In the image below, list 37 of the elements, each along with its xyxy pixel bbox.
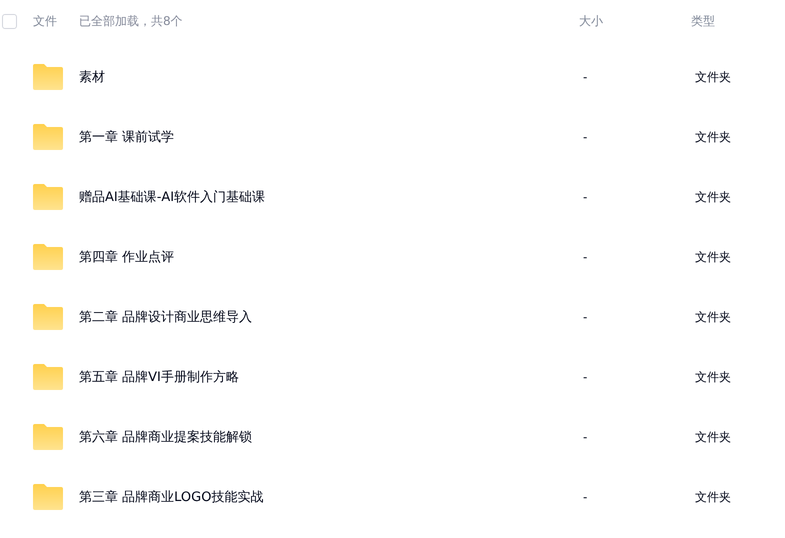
- file-size: -: [583, 310, 588, 324]
- select-all-checkbox[interactable]: [2, 14, 17, 28]
- file-type: 文件夹: [695, 128, 731, 146]
- folder-icon: [32, 303, 64, 331]
- name-column-header[interactable]: 文件: [33, 12, 79, 30]
- file-size: -: [583, 190, 588, 204]
- file-name[interactable]: 第四章 作业点评: [79, 248, 583, 266]
- folder-icon: [32, 63, 64, 91]
- file-name[interactable]: 第二章 品牌设计商业思维导入: [79, 308, 583, 326]
- folder-icon: [32, 423, 64, 451]
- file-size: -: [583, 250, 588, 264]
- file-type: 文件夹: [695, 488, 731, 506]
- file-type: 文件夹: [695, 368, 731, 386]
- file-name[interactable]: 第六章 品牌商业提案技能解锁: [79, 428, 583, 446]
- file-type: 文件夹: [695, 308, 731, 326]
- file-name[interactable]: 素材: [79, 68, 583, 86]
- file-name[interactable]: 第一章 课前试学: [79, 128, 583, 146]
- folder-icon: [32, 363, 64, 391]
- file-type: 文件夹: [695, 68, 731, 86]
- file-size: -: [583, 490, 588, 504]
- file-name[interactable]: 赠品AI基础课-AI软件入门基础课: [79, 188, 583, 206]
- file-size: -: [583, 130, 588, 144]
- file-type: 文件夹: [695, 188, 731, 206]
- folder-icon: [32, 243, 64, 271]
- folder-icon: [32, 183, 64, 211]
- type-column-header[interactable]: 类型: [691, 12, 715, 30]
- file-name[interactable]: 第三章 品牌商业LOGO技能实战: [79, 488, 583, 506]
- size-column-header[interactable]: 大小: [579, 12, 691, 30]
- file-name[interactable]: 第五章 品牌VI手册制作方略: [79, 368, 583, 386]
- load-status: 已全部加载，共8个: [79, 12, 184, 30]
- folder-icon: [32, 483, 64, 511]
- file-size: -: [583, 70, 588, 84]
- file-size: -: [583, 430, 588, 444]
- folder-icon: [32, 123, 64, 151]
- file-type: 文件夹: [695, 248, 731, 266]
- file-size: -: [583, 370, 588, 384]
- file-type: 文件夹: [695, 428, 731, 446]
